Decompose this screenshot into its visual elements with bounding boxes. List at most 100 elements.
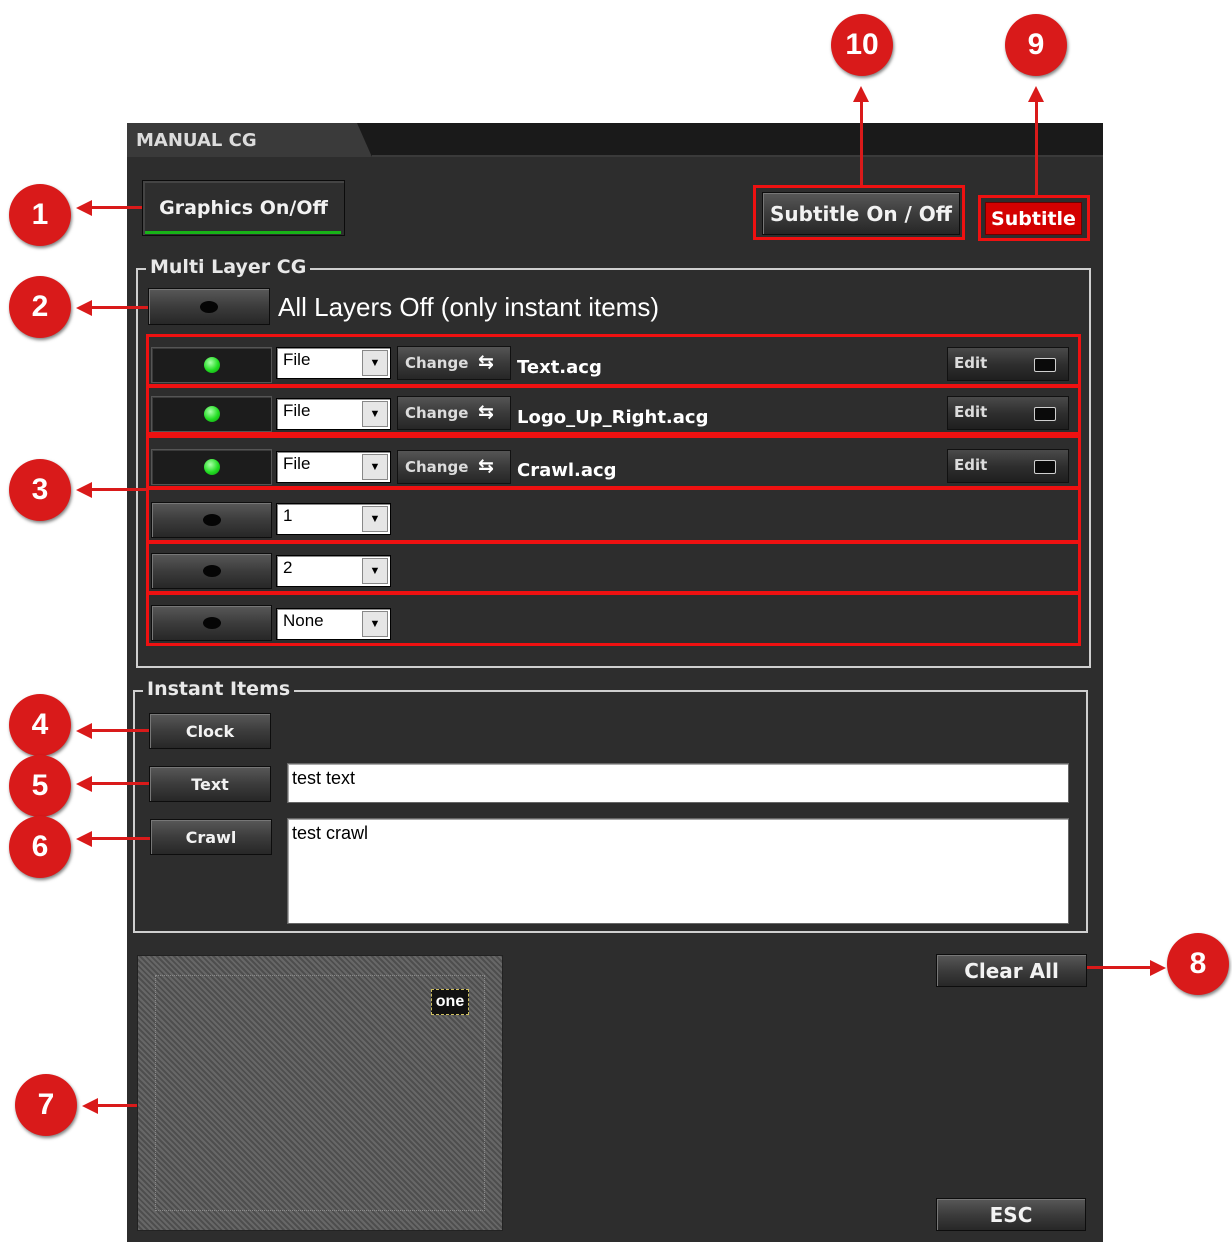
layer-4-source-select[interactable]: 1 ▼: [276, 503, 391, 535]
window-icon: [1034, 460, 1056, 474]
all-layers-off-button[interactable]: [148, 288, 270, 325]
callout-9: 9: [1005, 14, 1067, 76]
callout-8: 8: [1167, 933, 1229, 995]
tab-label: MANUAL CG: [136, 130, 257, 151]
layer-1-source-select[interactable]: File ▼: [276, 347, 391, 379]
instant-items-title: Instant Items: [143, 678, 295, 700]
layer-4-toggle[interactable]: [151, 502, 272, 538]
led-off-icon: [200, 300, 218, 313]
layer-1-source-value: File: [283, 350, 311, 369]
callout-10: 10: [831, 14, 893, 76]
led-on-icon: [203, 459, 220, 475]
arrow-right-icon: [1150, 960, 1166, 976]
swap-arrows-icon: ⇆: [478, 401, 494, 423]
layer-2-source-select[interactable]: File ▼: [276, 398, 391, 430]
layer-1-toggle[interactable]: [151, 347, 272, 383]
layer-1-filename: Text.acg: [517, 357, 602, 378]
chevron-down-icon: ▼: [362, 401, 388, 427]
callout-line: [90, 306, 148, 309]
window-icon: [1034, 358, 1056, 372]
clock-button[interactable]: Clock: [149, 713, 271, 749]
callout-line: [90, 488, 148, 491]
all-layers-off-label: All Layers Off (only instant items): [278, 292, 659, 322]
chevron-down-icon: ▼: [362, 454, 388, 480]
arrow-up-icon: [853, 86, 869, 102]
callout-3: 3: [9, 459, 71, 521]
callout-1: 1: [9, 184, 71, 246]
callout-7: 7: [15, 1074, 77, 1136]
callout-2: 2: [9, 276, 71, 338]
layer-4-source-value: 1: [283, 506, 293, 525]
layer-5-toggle[interactable]: [151, 553, 272, 589]
change-label: Change: [405, 458, 469, 476]
layer-1-change-button[interactable]: Change ⇆: [397, 346, 511, 380]
arrow-left-icon: [82, 1098, 98, 1114]
callout-6: 6: [9, 816, 71, 878]
chevron-down-icon: ▼: [362, 350, 388, 376]
graphics-on-off-button[interactable]: Graphics On/Off: [142, 180, 345, 236]
arrow-left-icon: [76, 723, 92, 739]
layer-2-source-value: File: [283, 401, 311, 420]
layer-2-toggle[interactable]: [151, 396, 272, 432]
text-input[interactable]: test text: [287, 763, 1069, 803]
chevron-down-icon: ▼: [362, 506, 388, 532]
layer-6-toggle[interactable]: [151, 605, 272, 641]
esc-button[interactable]: ESC: [936, 1198, 1086, 1231]
layer-3-change-button[interactable]: Change ⇆: [397, 450, 511, 484]
edit-label: Edit: [954, 403, 988, 421]
edit-label: Edit: [954, 456, 988, 474]
layer-2-change-button[interactable]: Change ⇆: [397, 396, 511, 430]
led-off-icon: [202, 565, 221, 577]
layer-3-toggle[interactable]: [151, 449, 272, 485]
layer-2-edit-button[interactable]: Edit: [947, 396, 1069, 430]
edit-label: Edit: [954, 354, 988, 372]
callout-line: [1035, 100, 1038, 195]
arrow-left-icon: [76, 831, 92, 847]
arrow-left-icon: [76, 200, 92, 216]
callout-line: [1087, 966, 1154, 969]
layer-3-edit-button[interactable]: Edit: [947, 449, 1069, 483]
swap-arrows-icon: ⇆: [478, 455, 494, 477]
multi-layer-title: Multi Layer CG: [146, 256, 311, 278]
chevron-down-icon: ▼: [362, 558, 388, 584]
text-button[interactable]: Text: [149, 766, 271, 802]
led-off-icon: [202, 617, 221, 629]
window-icon: [1034, 407, 1056, 421]
arrow-left-icon: [76, 300, 92, 316]
callout-5: 5: [9, 755, 71, 817]
channel-logo: one: [431, 989, 469, 1015]
swap-arrows-icon: ⇆: [478, 351, 494, 373]
subtitle-on-off-button[interactable]: Subtitle On / Off: [762, 192, 960, 235]
callout-4: 4: [9, 694, 71, 756]
led-off-icon: [202, 514, 221, 526]
callout-line: [90, 206, 142, 209]
callout-line: [90, 782, 149, 785]
change-label: Change: [405, 404, 469, 422]
tab-strip-divider: [372, 155, 1103, 157]
callout-line: [860, 100, 863, 185]
layer-6-source-select[interactable]: None ▼: [276, 608, 391, 640]
callout-line: [90, 837, 150, 840]
arrow-left-icon: [76, 482, 92, 498]
layer-3-source-value: File: [283, 454, 311, 473]
graphics-active-indicator: [145, 231, 341, 234]
layer-5-source-value: 2: [283, 558, 293, 577]
layer-3-filename: Crawl.acg: [517, 460, 617, 481]
layer-2-filename: Logo_Up_Right.acg: [517, 407, 709, 428]
chevron-down-icon: ▼: [362, 611, 388, 637]
layer-6-source-value: None: [283, 611, 324, 630]
layer-1-edit-button[interactable]: Edit: [947, 347, 1069, 381]
crawl-button[interactable]: Crawl: [150, 819, 272, 855]
crawl-textarea[interactable]: test crawl: [287, 818, 1069, 924]
callout-line: [96, 1104, 137, 1107]
callout-line: [90, 729, 149, 732]
led-on-icon: [203, 357, 220, 373]
led-on-icon: [203, 406, 220, 422]
arrow-up-icon: [1028, 86, 1044, 102]
layer-3-source-select[interactable]: File ▼: [276, 451, 391, 483]
change-label: Change: [405, 354, 469, 372]
arrow-left-icon: [76, 776, 92, 792]
clear-all-button[interactable]: Clear All: [936, 954, 1087, 987]
layer-5-source-select[interactable]: 2 ▼: [276, 555, 391, 587]
subtitle-button[interactable]: Subtitle: [985, 202, 1082, 235]
